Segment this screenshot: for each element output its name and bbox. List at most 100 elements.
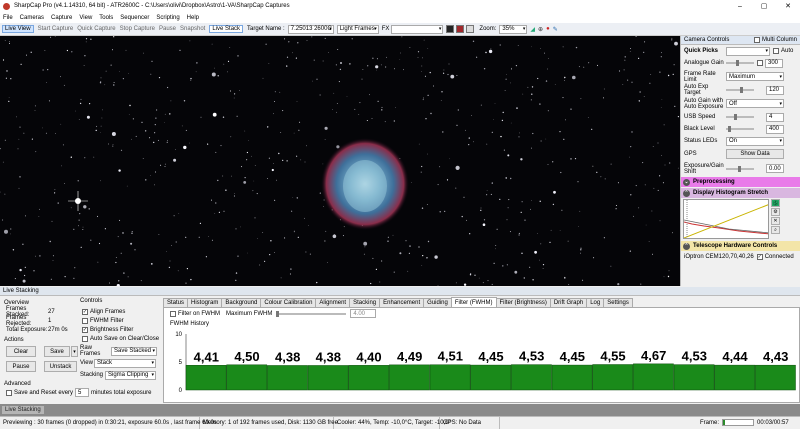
tab-histogram[interactable]: Histogram bbox=[187, 298, 223, 307]
close-button[interactable]: ✕ bbox=[776, 0, 800, 12]
collapse-icon: ⌃ bbox=[683, 189, 690, 197]
connected-checkbox[interactable]: ✓ bbox=[756, 254, 763, 260]
reset-icon[interactable]: ✕ bbox=[771, 217, 780, 225]
status-leds-select[interactable]: On bbox=[726, 136, 784, 146]
unstack-button[interactable]: Unstack bbox=[44, 361, 77, 372]
menu-file[interactable]: File bbox=[3, 15, 13, 21]
histogram-icon[interactable]: ◢ bbox=[530, 26, 535, 33]
menu-capture[interactable]: Capture bbox=[51, 15, 72, 21]
clear-button[interactable]: Clear bbox=[6, 346, 36, 357]
color-swatch-black[interactable] bbox=[446, 25, 455, 33]
view-select[interactable]: Stack bbox=[94, 358, 156, 368]
autosave-checkbox[interactable] bbox=[82, 335, 88, 342]
pause-button[interactable]: Pause bbox=[159, 26, 176, 32]
frame-rate-select[interactable]: Maximum bbox=[726, 72, 784, 81]
brightness-filter-checkbox[interactable]: ✓ bbox=[82, 326, 88, 333]
tab-filter-fwhm[interactable]: Filter (FWHM) bbox=[450, 297, 497, 307]
fwhm-filter-checkbox[interactable] bbox=[82, 317, 88, 324]
save-reset-checkbox[interactable] bbox=[6, 389, 12, 396]
live-stack-button[interactable]: Live Stack bbox=[209, 25, 244, 33]
start-capture-button[interactable]: Start Capture bbox=[38, 26, 74, 32]
menu-scripting[interactable]: Scripting bbox=[156, 15, 179, 21]
exposure-gain-shift-input[interactable]: 0.00 bbox=[766, 164, 784, 173]
tab-stacking[interactable]: Stacking bbox=[349, 298, 381, 307]
menu-view[interactable]: View bbox=[79, 15, 92, 21]
stacking-select[interactable]: Sigma Clipping bbox=[105, 370, 156, 380]
menu-help[interactable]: Help bbox=[187, 15, 199, 21]
live-image-viewport[interactable] bbox=[0, 36, 680, 286]
save-reset-label: Save and Reset every bbox=[14, 389, 74, 396]
max-fwhm-input[interactable]: 4.00 bbox=[350, 309, 377, 318]
usb-speed-slider[interactable] bbox=[726, 114, 754, 120]
fwhm-bar bbox=[592, 364, 634, 391]
menu-bar: File Cameras Capture View Tools Sequence… bbox=[0, 12, 800, 23]
align-frames-row: ✓ Align Frames bbox=[82, 307, 163, 316]
save-button[interactable]: Save bbox=[44, 346, 70, 357]
max-fwhm-slider[interactable] bbox=[276, 310, 347, 317]
record-icon[interactable]: ● bbox=[546, 26, 550, 32]
tab-background[interactable]: Background bbox=[221, 298, 262, 307]
zoom-select[interactable]: 35% bbox=[499, 24, 528, 34]
tab-log[interactable]: Log bbox=[586, 298, 605, 307]
menu-cameras[interactable]: Cameras bbox=[20, 15, 44, 21]
quick-capture-button[interactable]: Quick Capture bbox=[77, 26, 115, 32]
histogram-chart[interactable] bbox=[683, 199, 769, 239]
tab-drift-graph[interactable]: Drift Graph bbox=[549, 298, 588, 307]
maximize-button[interactable]: ▢ bbox=[752, 0, 776, 12]
auto-stretch-icon[interactable]: Ⓢ bbox=[771, 199, 780, 207]
max-fwhm-label: Maximum FWHM bbox=[226, 310, 273, 317]
raw-frames-select[interactable]: Save Stacked bbox=[111, 346, 157, 356]
save-dropdown-icon[interactable]: ▾ bbox=[71, 346, 78, 357]
fwhm-bar-label: 4,53 bbox=[519, 349, 544, 364]
filter-on-fwhm-checkbox[interactable] bbox=[170, 310, 176, 317]
auto-exp-target-input[interactable]: 120 bbox=[766, 85, 784, 95]
show-data-button[interactable]: Show Data bbox=[726, 149, 784, 159]
color-swatch-red[interactable] bbox=[456, 25, 465, 33]
zoom-icon[interactable]: ⌕ bbox=[771, 226, 780, 234]
frame-rate-row: Frame Rate Limit Maximum bbox=[681, 69, 800, 84]
target-name-input[interactable]: 7.25013 2600C bbox=[287, 24, 334, 34]
multi-column-checkbox[interactable] bbox=[753, 37, 760, 43]
auto-gain-select[interactable]: Off bbox=[726, 99, 784, 108]
autosave-row: Auto Save on Clear/Close bbox=[82, 334, 163, 343]
preprocessing-section-header[interactable]: ⌄ Preprocessing bbox=[681, 177, 800, 187]
analogue-gain-slider[interactable] bbox=[726, 60, 754, 66]
tab-filter-brightness[interactable]: Filter (Brightness) bbox=[495, 298, 551, 307]
analogue-gain-auto[interactable] bbox=[757, 60, 763, 66]
live-stacking-dock-tab[interactable]: Live Stacking bbox=[2, 406, 44, 414]
tool-icon[interactable]: ✎ bbox=[553, 26, 558, 33]
telescope-section-header[interactable]: ⌃ Telescope Hardware Controls bbox=[681, 241, 800, 251]
auto-checkbox[interactable] bbox=[773, 48, 779, 54]
fwhm-bar-label: 4,38 bbox=[316, 349, 341, 364]
tab-colour-calibration[interactable]: Colour Calibration bbox=[260, 298, 317, 307]
snapshot-button[interactable]: Snapshot bbox=[180, 26, 205, 32]
color-swatch-grey[interactable] bbox=[466, 25, 475, 33]
tab-alignment[interactable]: Alignment bbox=[315, 298, 351, 307]
auto-exp-target-slider[interactable] bbox=[726, 87, 754, 93]
black-level-input[interactable]: 400 bbox=[766, 124, 784, 134]
pause-stack-button[interactable]: Pause bbox=[6, 361, 36, 372]
analogue-gain-input[interactable]: 300 bbox=[765, 58, 783, 68]
frame-type-select[interactable]: Light Frames bbox=[336, 24, 379, 34]
menu-sequencer[interactable]: Sequencer bbox=[120, 15, 149, 21]
black-level-slider[interactable] bbox=[726, 126, 754, 132]
tab-guiding[interactable]: Guiding bbox=[423, 298, 452, 307]
stop-capture-button[interactable]: Stop Capture bbox=[120, 26, 155, 32]
usb-speed-input[interactable]: 4 bbox=[766, 112, 784, 122]
histogram-section-header[interactable]: ⌃ Display Histogram Stretch bbox=[681, 188, 800, 198]
tab-settings[interactable]: Settings bbox=[603, 298, 633, 307]
quick-picks-select[interactable] bbox=[726, 46, 770, 56]
exposure-gain-shift-slider[interactable] bbox=[726, 165, 754, 172]
gear-icon[interactable]: ⚙ bbox=[771, 208, 780, 216]
menu-tools[interactable]: Tools bbox=[99, 15, 113, 21]
controls-title: Controls bbox=[80, 298, 103, 304]
fwhm-bar bbox=[673, 364, 715, 391]
fx-select[interactable] bbox=[391, 24, 444, 34]
align-frames-checkbox[interactable]: ✓ bbox=[82, 308, 88, 315]
frames-rejected-label: Frames Rejected: bbox=[6, 314, 32, 327]
tab-status[interactable]: Status bbox=[163, 298, 189, 307]
minimize-button[interactable]: – bbox=[728, 0, 752, 12]
reticle-icon[interactable]: ⊕ bbox=[538, 26, 543, 33]
tab-enhancement[interactable]: Enhancement bbox=[379, 298, 425, 307]
live-view-button[interactable]: Live View bbox=[2, 25, 34, 33]
